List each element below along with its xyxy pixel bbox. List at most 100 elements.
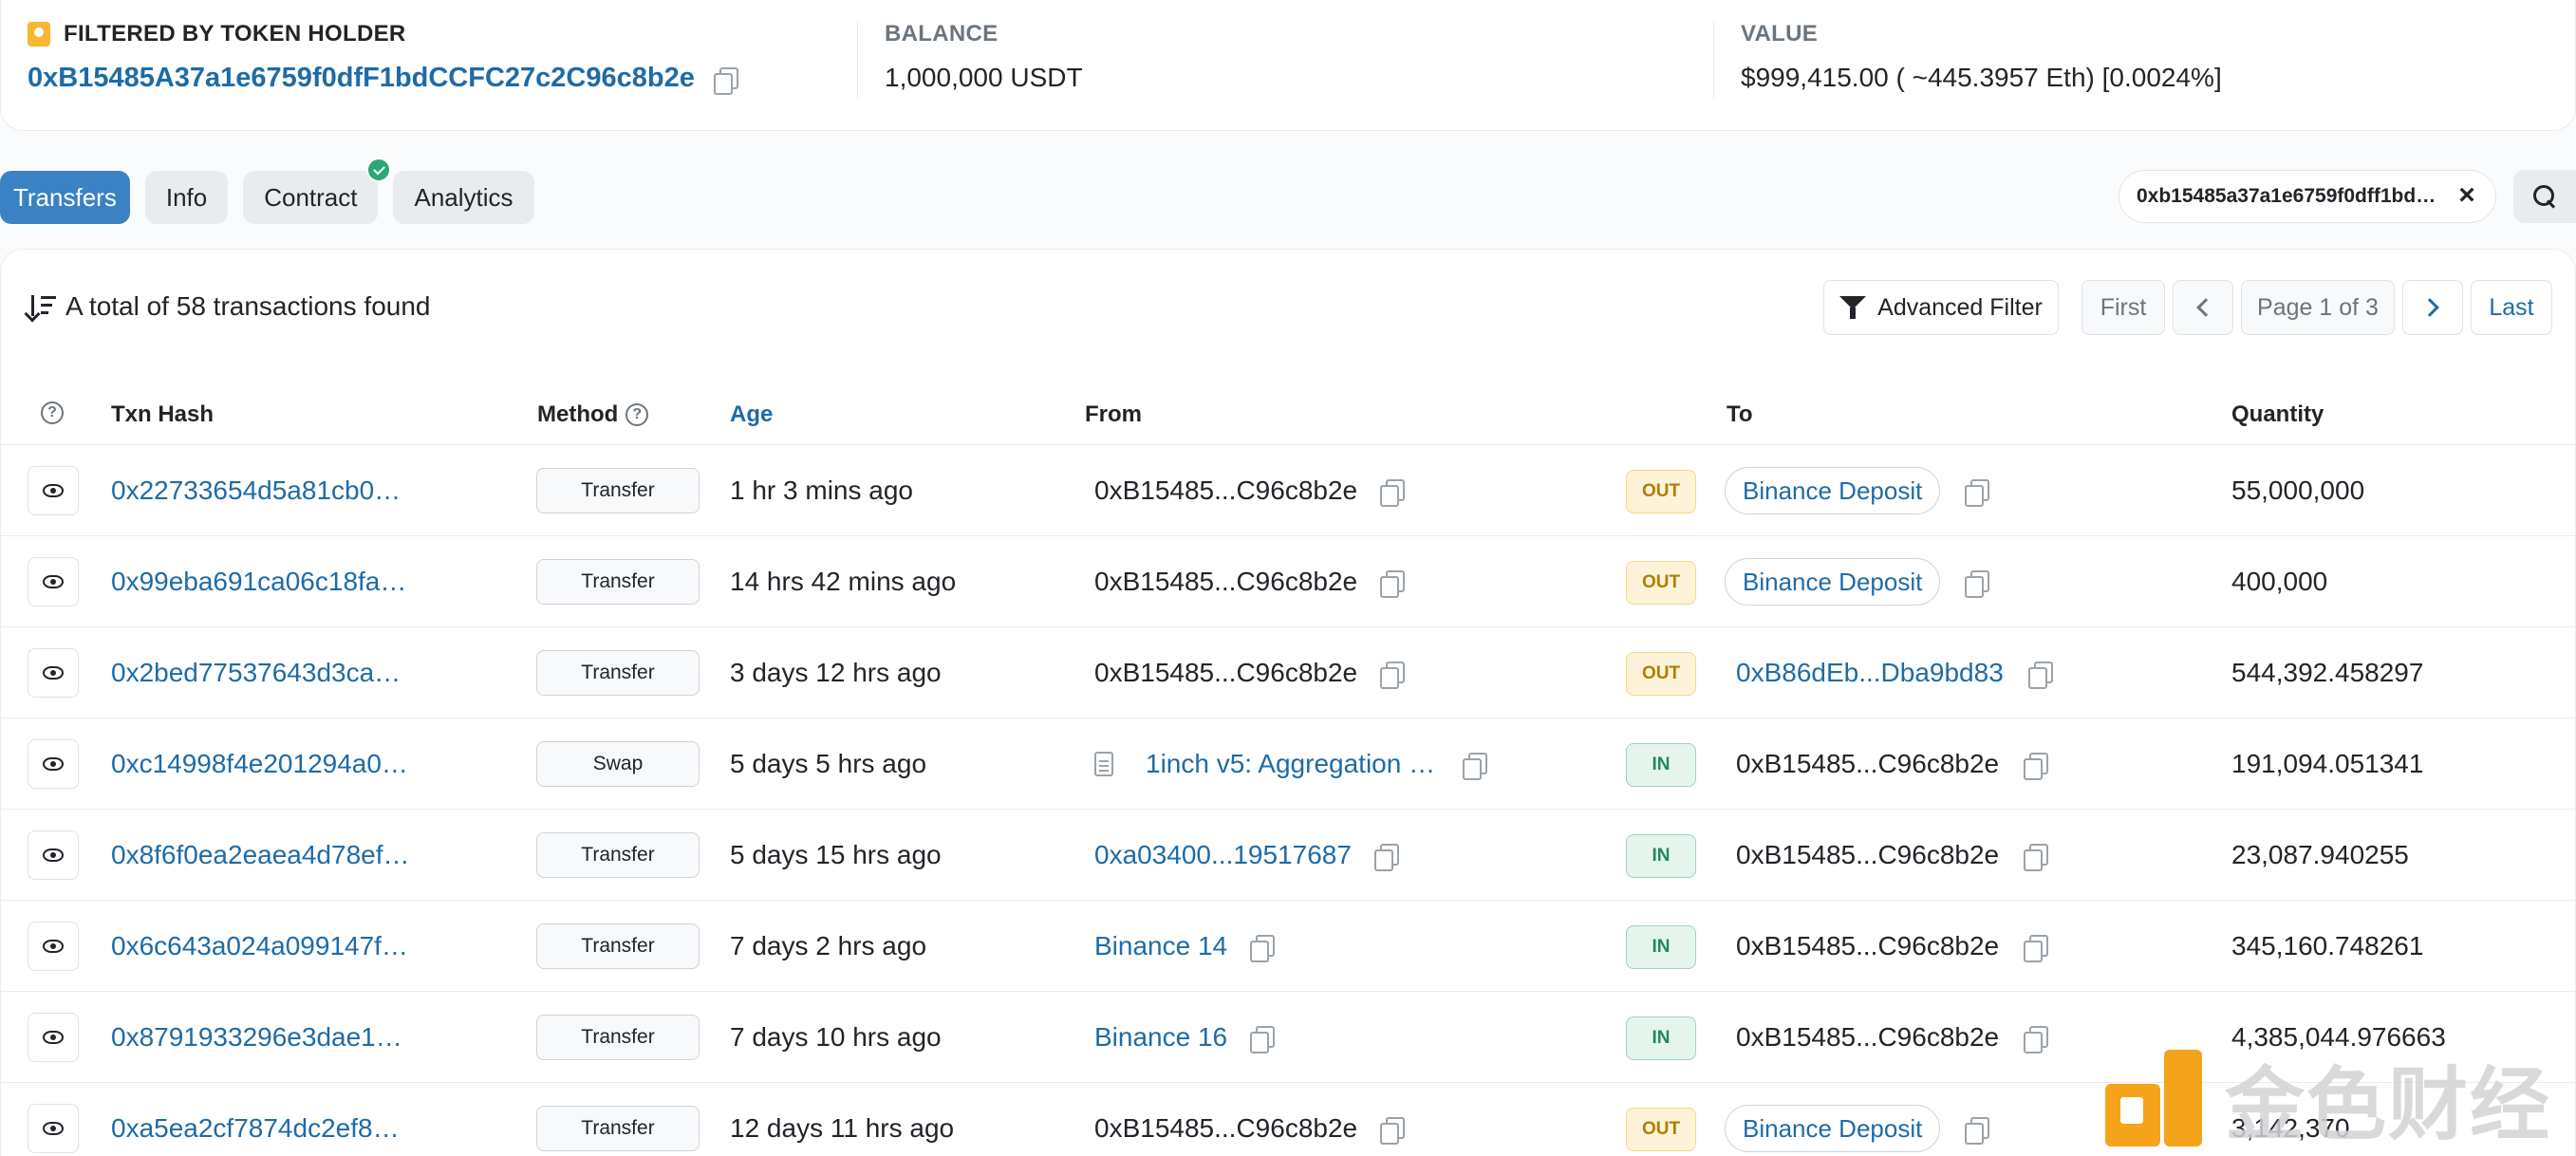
copy-icon[interactable] <box>2026 660 2053 689</box>
pagination-first-button[interactable]: First <box>2081 280 2165 335</box>
view-details-button[interactable] <box>28 922 79 971</box>
transactions-total-text: A total of 58 transactions found <box>65 291 431 321</box>
holder-address-link[interactable]: 0xB15485A37a1e6759f0dfF1bdCCFC27c2C96c8b… <box>28 63 695 94</box>
token-holder-summary: FILTERED BY TOKEN HOLDER 0xB15485A37a1e6… <box>0 0 2576 131</box>
method-badge: Swap <box>536 741 700 787</box>
tab-contract-label: Contract <box>264 182 358 212</box>
page: FILTERED BY TOKEN HOLDER 0xB15485A37a1e6… <box>0 0 2576 1156</box>
copy-icon[interactable] <box>1461 751 1487 780</box>
txn-hash-link[interactable]: 0x6c643a024a099147f… <box>111 901 415 992</box>
eye-icon <box>43 484 64 497</box>
copy-icon[interactable] <box>1248 1024 1276 1053</box>
to-cell: Binance Deposit <box>1725 536 1990 627</box>
direction-badge: OUT <box>1626 470 1696 513</box>
txn-hash-link[interactable]: 0x2bed77537643d3ca… <box>111 627 415 718</box>
value-label: VALUE <box>1741 21 1819 47</box>
to-cell: Binance Deposit <box>1725 1083 1990 1156</box>
copy-icon[interactable] <box>2022 1024 2049 1053</box>
copy-icon[interactable] <box>712 65 738 95</box>
direction-badge: IN <box>1626 743 1696 787</box>
sort-descending-icon <box>28 293 56 320</box>
txn-hash-link[interactable]: 0x8791933296e3dae1… <box>111 992 415 1083</box>
txn-hash-link[interactable]: 0x8f6f0ea2eaea4d78ef… <box>111 810 415 901</box>
txn-age: 1 hr 3 mins ago <box>730 475 913 505</box>
direction-badge: OUT <box>1626 652 1696 696</box>
to-cell: 0xB15485...C96c8b2e <box>1736 901 2049 992</box>
table-row: 0x6c643a024a099147f… Transfer 7 days 2 hrs… <box>1 901 2575 992</box>
view-details-button[interactable] <box>28 557 79 606</box>
from-cell: Binance 14 <box>1094 901 1276 992</box>
eye-icon <box>43 1031 64 1044</box>
to-address-pill[interactable]: Binance Deposit <box>1725 467 1941 514</box>
copy-icon[interactable] <box>1963 569 1990 598</box>
pagination-prev-button[interactable] <box>2173 280 2233 335</box>
from-address: 0xB15485...C96c8b2e <box>1094 658 1358 687</box>
pagination: First Page 1 of 3 Last <box>2081 280 2552 335</box>
to-address-pill[interactable]: Binance Deposit <box>1725 558 1941 606</box>
copy-icon[interactable] <box>1378 477 1406 507</box>
copy-icon[interactable] <box>1378 569 1406 598</box>
txn-hash-link[interactable]: 0x22733654d5a81cb0… <box>111 445 415 536</box>
tab-bar: Transfers Info Contract Analytics <box>0 158 534 224</box>
value-value: $999,415.00 ( ~445.3957 Eth) [0.0024%] <box>1741 63 2222 92</box>
from-address: 0xB15485...C96c8b2e <box>1094 567 1358 596</box>
from-cell: 0xB15485...C96c8b2e <box>1094 627 1406 718</box>
holder-address-row: 0xB15485A37a1e6759f0dfF1bdCCFC27c2C96c8b… <box>28 63 857 95</box>
view-details-button[interactable] <box>28 1013 79 1062</box>
copy-icon[interactable] <box>1372 842 1399 871</box>
copy-icon[interactable] <box>1378 1115 1406 1145</box>
pagination-last-button[interactable]: Last <box>2471 280 2552 335</box>
from-address: 0xB15485...C96c8b2e <box>1094 475 1358 505</box>
eye-icon <box>43 575 64 588</box>
eye-icon <box>43 848 64 862</box>
verified-check-icon <box>366 158 392 182</box>
pagination-next-button[interactable] <box>2402 280 2463 335</box>
copy-icon[interactable] <box>2022 751 2049 780</box>
to-address-link[interactable]: 0xB86dEb...Dba9bd83 <box>1736 658 2004 688</box>
copy-icon[interactable] <box>2022 933 2049 962</box>
view-details-button[interactable] <box>28 1104 79 1153</box>
chevron-left-icon <box>2196 298 2215 317</box>
from-address-link[interactable]: 0xa03400...19517687 <box>1094 840 1352 870</box>
tab-analytics[interactable]: Analytics <box>393 171 534 224</box>
method-badge: Transfer <box>536 1106 700 1151</box>
from-address-link[interactable]: 1inch v5: Aggregation … <box>1146 749 1440 779</box>
help-icon[interactable]: ? <box>625 403 649 426</box>
view-details-button[interactable] <box>28 466 79 515</box>
advanced-filter-button[interactable]: Advanced Filter <box>1823 280 2059 335</box>
txn-hash-link[interactable]: 0xa5ea2cf7874dc2ef8… <box>111 1083 415 1156</box>
address-filter-value: 0xb15485a37a1e6759f0dff1bdccfc27c2c96c8b… <box>2137 185 2440 207</box>
copy-icon[interactable] <box>1963 1115 1990 1145</box>
table-row: 0x2bed77537643d3ca… Transfer 3 days 12 hrs… <box>1 627 2575 718</box>
table-row: 0x22733654d5a81cb0… Transfer 1 hr 3 mins a… <box>1 445 2575 536</box>
watermark-text: 金色财经 <box>2225 1057 2552 1151</box>
eye-icon <box>43 757 64 771</box>
close-icon[interactable]: × <box>2452 181 2482 212</box>
to-address-pill[interactable]: Binance Deposit <box>1725 1105 1941 1152</box>
from-address-link[interactable]: Binance 16 <box>1094 1022 1227 1053</box>
column-info-help[interactable]: ? <box>41 401 64 424</box>
column-method-label: Method <box>537 401 619 427</box>
txn-hash-link[interactable]: 0xc14998f4e201294a0… <box>111 718 415 810</box>
from-address-link[interactable]: Binance 14 <box>1094 931 1227 961</box>
view-details-button[interactable] <box>28 830 79 880</box>
txn-age: 5 days 15 hrs ago <box>730 840 942 869</box>
copy-icon[interactable] <box>1248 933 1276 962</box>
view-details-button[interactable] <box>28 648 79 698</box>
copy-icon[interactable] <box>1378 660 1406 689</box>
txn-age: 12 days 11 hrs ago <box>730 1113 955 1143</box>
eye-icon <box>43 666 64 680</box>
column-txn-hash: Txn Hash <box>111 401 215 427</box>
column-age[interactable]: Age <box>730 401 773 428</box>
tab-contract[interactable]: Contract <box>243 158 392 224</box>
copy-icon[interactable] <box>1963 477 1990 507</box>
eye-icon <box>43 940 64 953</box>
method-badge: Transfer <box>536 1015 700 1060</box>
view-details-button[interactable] <box>28 739 79 789</box>
search-button[interactable] <box>2513 170 2576 223</box>
address-filter-chip[interactable]: 0xb15485a37a1e6759f0dff1bdccfc27c2c96c8b… <box>2119 170 2496 223</box>
tab-transfers[interactable]: Transfers <box>0 171 130 224</box>
txn-hash-link[interactable]: 0x99eba691ca06c18fa… <box>111 536 415 627</box>
copy-icon[interactable] <box>2022 842 2049 871</box>
tab-info[interactable]: Info <box>144 171 229 224</box>
